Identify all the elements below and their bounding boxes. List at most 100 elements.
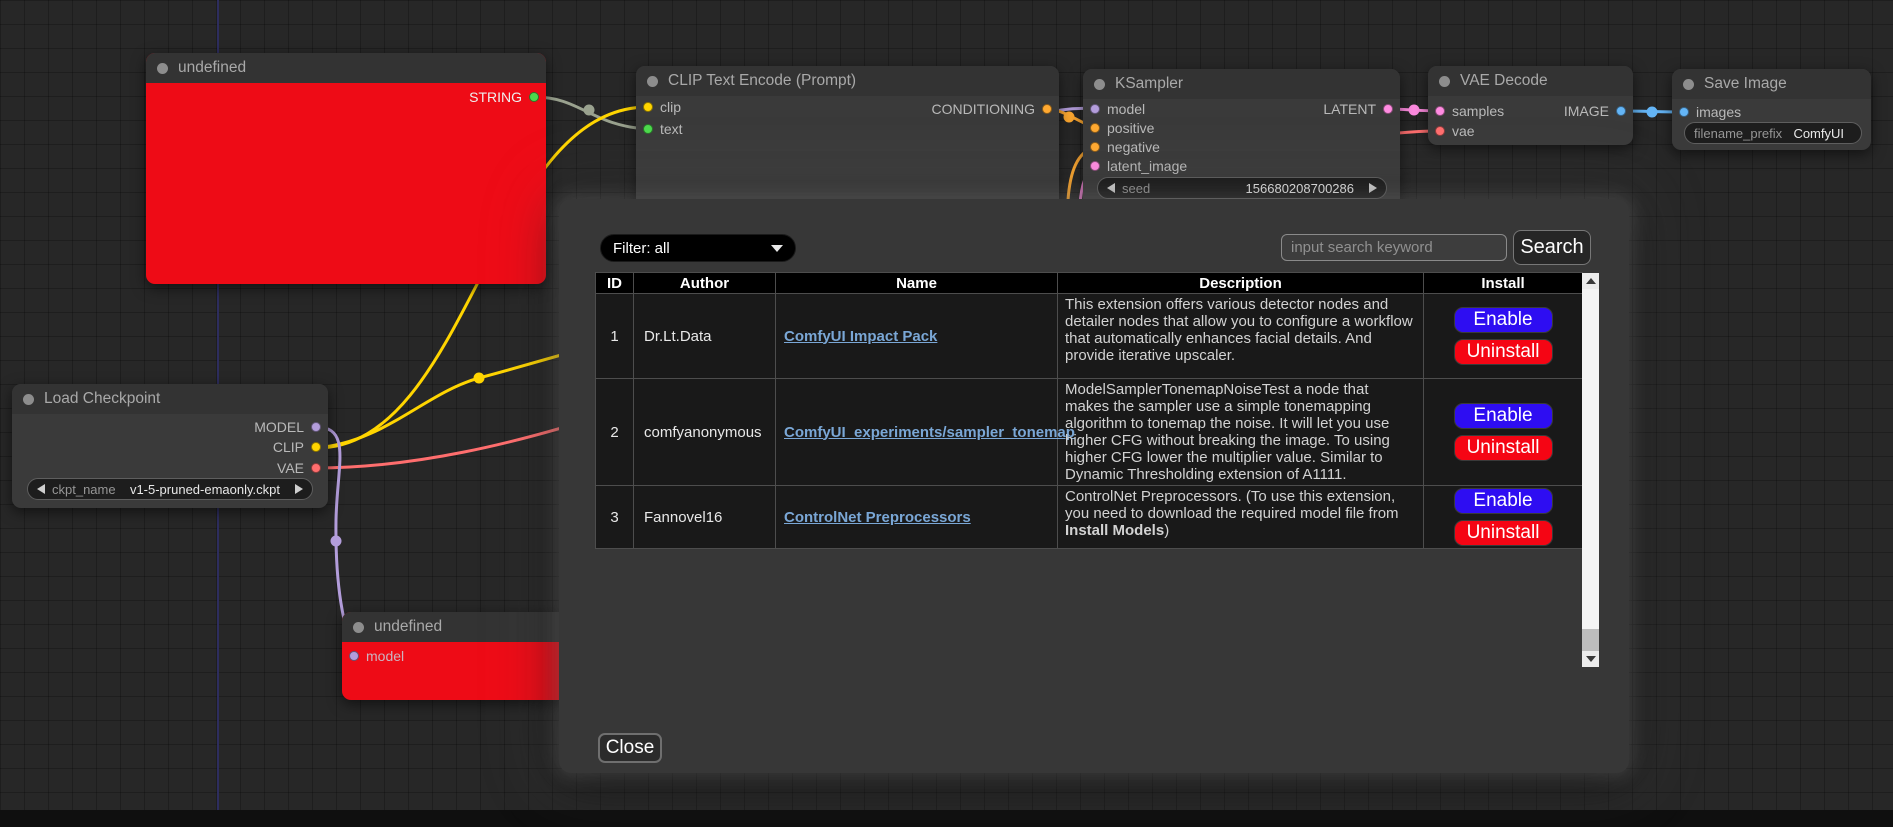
link-dot-string[interactable] bbox=[584, 105, 595, 116]
port-dot[interactable] bbox=[529, 92, 539, 102]
link-dot-conditioning[interactable] bbox=[1064, 112, 1075, 123]
port-dot[interactable] bbox=[1435, 126, 1445, 136]
scrollbar-thumb[interactable] bbox=[1582, 289, 1599, 629]
port-label: model bbox=[366, 648, 404, 664]
collapse-dot-icon[interactable] bbox=[647, 76, 658, 87]
enable-button[interactable]: Enable bbox=[1454, 403, 1553, 429]
collapse-dot-icon[interactable] bbox=[1094, 79, 1105, 90]
port-dot[interactable] bbox=[643, 124, 653, 134]
port-dot[interactable] bbox=[1090, 104, 1100, 114]
output-port-model[interactable]: MODEL bbox=[254, 419, 321, 435]
uninstall-button[interactable]: Uninstall bbox=[1454, 520, 1553, 546]
description-text: ControlNet Preprocessors. (To use this e… bbox=[1065, 488, 1399, 522]
ckpt-name-widget[interactable]: ckpt_name v1-5-pruned-emaonly.ckpt bbox=[27, 478, 313, 500]
port-dot[interactable] bbox=[1383, 104, 1393, 114]
next-arrow-icon[interactable] bbox=[295, 484, 303, 494]
output-port-image[interactable]: IMAGE bbox=[1564, 103, 1626, 119]
port-dot[interactable] bbox=[1042, 104, 1052, 114]
port-dot[interactable] bbox=[1090, 161, 1100, 171]
uninstall-button[interactable]: Uninstall bbox=[1454, 339, 1553, 365]
node-titlebar[interactable]: undefined bbox=[146, 53, 546, 83]
cell-author: Dr.Lt.Data bbox=[634, 294, 776, 379]
node-titlebar[interactable]: CLIP Text Encode (Prompt) bbox=[636, 66, 1059, 96]
filename-prefix-widget[interactable]: filename_prefix ComfyUI bbox=[1684, 122, 1862, 144]
port-dot[interactable] bbox=[311, 463, 321, 473]
input-port-clip[interactable]: clip bbox=[643, 99, 681, 115]
input-port-latent-image[interactable]: latent_image bbox=[1090, 158, 1187, 174]
port-label: MODEL bbox=[254, 419, 304, 435]
port-dot[interactable] bbox=[643, 102, 653, 112]
enable-button[interactable]: Enable bbox=[1454, 307, 1553, 333]
input-port-model[interactable]: model bbox=[1090, 101, 1145, 117]
port-dot[interactable] bbox=[1616, 106, 1626, 116]
collapse-dot-icon[interactable] bbox=[157, 63, 168, 74]
table-row: 1 Dr.Lt.Data ComfyUI Impact Pack This ex… bbox=[596, 294, 1583, 379]
port-dot[interactable] bbox=[311, 422, 321, 432]
extension-link[interactable]: ComfyUI Impact Pack bbox=[784, 328, 937, 345]
port-dot[interactable] bbox=[311, 442, 321, 452]
port-dot[interactable] bbox=[1435, 106, 1445, 116]
node-titlebar[interactable]: KSampler bbox=[1083, 69, 1400, 99]
scroll-down-icon[interactable] bbox=[1582, 651, 1599, 667]
collapse-dot-icon[interactable] bbox=[1439, 76, 1450, 87]
table-scrollbar[interactable] bbox=[1582, 273, 1599, 667]
input-port-vae[interactable]: vae bbox=[1435, 123, 1475, 139]
output-port-clip[interactable]: CLIP bbox=[273, 439, 321, 455]
node-titlebar[interactable]: VAE Decode bbox=[1428, 66, 1633, 96]
enable-button[interactable]: Enable bbox=[1454, 488, 1553, 514]
link-dot-latent[interactable] bbox=[1409, 105, 1420, 116]
node-load-checkpoint[interactable]: Load Checkpoint MODEL CLIP VAE ckpt_name… bbox=[12, 384, 328, 508]
port-label: clip bbox=[660, 99, 681, 115]
output-port-vae[interactable]: VAE bbox=[277, 460, 321, 476]
input-port-images[interactable]: images bbox=[1679, 104, 1741, 120]
node-title: Load Checkpoint bbox=[44, 390, 160, 408]
close-button[interactable]: Close bbox=[598, 733, 662, 763]
collapse-dot-icon[interactable] bbox=[1683, 79, 1694, 90]
input-port-text[interactable]: text bbox=[643, 121, 683, 137]
collapse-dot-icon[interactable] bbox=[23, 394, 34, 405]
node-vae-decode[interactable]: VAE Decode samples vae IMAGE bbox=[1428, 66, 1633, 145]
column-header-name: Name bbox=[776, 273, 1058, 294]
node-title: VAE Decode bbox=[1460, 72, 1548, 90]
cell-author: Fannovel16 bbox=[634, 486, 776, 549]
increment-arrow-icon[interactable] bbox=[1369, 183, 1377, 193]
port-dot[interactable] bbox=[1679, 107, 1689, 117]
node-undefined-top[interactable]: undefined STRING bbox=[146, 53, 546, 284]
node-titlebar[interactable]: Save Image bbox=[1672, 69, 1871, 99]
extension-link[interactable]: ComfyUI_experiments/sampler_tonemap bbox=[784, 424, 1075, 441]
scroll-up-icon[interactable] bbox=[1582, 273, 1599, 289]
port-label: CONDITIONING bbox=[932, 101, 1035, 117]
extension-link[interactable]: ControlNet Preprocessors bbox=[784, 509, 971, 526]
input-port-model[interactable]: model bbox=[349, 648, 404, 664]
link-dot-model[interactable] bbox=[331, 536, 342, 547]
seed-widget[interactable]: seed 156680208700286 bbox=[1097, 177, 1387, 199]
uninstall-button[interactable]: Uninstall bbox=[1454, 435, 1553, 461]
link-dot-clip[interactable] bbox=[474, 373, 485, 384]
input-port-negative[interactable]: negative bbox=[1090, 139, 1160, 155]
input-port-positive[interactable]: positive bbox=[1090, 120, 1154, 136]
search-input[interactable] bbox=[1281, 234, 1507, 261]
input-port-samples[interactable]: samples bbox=[1435, 103, 1504, 119]
port-label: text bbox=[660, 121, 683, 137]
node-save-image[interactable]: Save Image images filename_prefix ComfyU… bbox=[1672, 69, 1871, 150]
port-dot[interactable] bbox=[1090, 142, 1100, 152]
previous-arrow-icon[interactable] bbox=[37, 484, 45, 494]
output-port-string[interactable]: STRING bbox=[469, 89, 539, 105]
link-dot-image[interactable] bbox=[1647, 107, 1658, 118]
widget-value: v1-5-pruned-emaonly.ckpt bbox=[130, 482, 288, 497]
filter-select[interactable]: Filter: all bbox=[600, 234, 796, 262]
collapse-dot-icon[interactable] bbox=[353, 622, 364, 633]
port-dot[interactable] bbox=[349, 651, 359, 661]
cell-description: ControlNet Preprocessors. (To use this e… bbox=[1058, 486, 1424, 549]
port-label: STRING bbox=[469, 89, 522, 105]
node-titlebar[interactable]: Load Checkpoint bbox=[12, 384, 328, 414]
port-dot[interactable] bbox=[1090, 123, 1100, 133]
node-graph-canvas[interactable]: undefined STRING CLIP Text Encode (Promp… bbox=[0, 0, 1893, 827]
output-port-latent[interactable]: LATENT bbox=[1323, 101, 1393, 117]
port-label: IMAGE bbox=[1564, 103, 1609, 119]
search-button[interactable]: Search bbox=[1513, 230, 1591, 265]
port-label: positive bbox=[1107, 120, 1154, 136]
widget-value: 156680208700286 bbox=[1246, 181, 1362, 196]
decrement-arrow-icon[interactable] bbox=[1107, 183, 1115, 193]
output-port-conditioning[interactable]: CONDITIONING bbox=[932, 101, 1052, 117]
